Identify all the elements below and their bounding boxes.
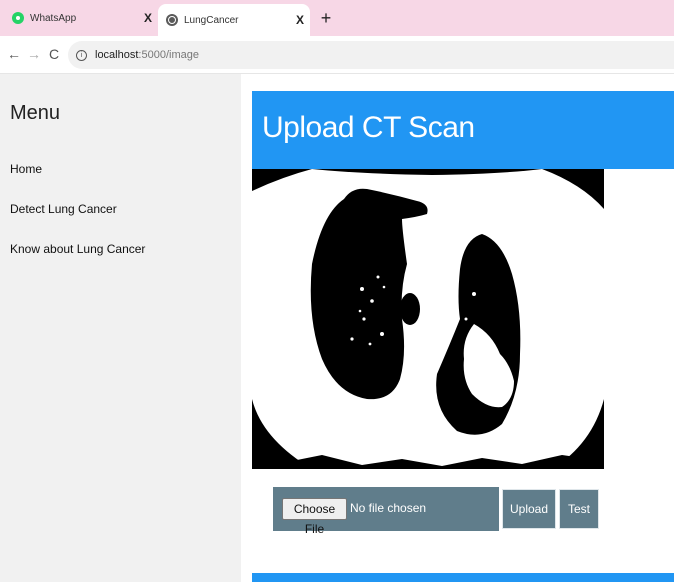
upload-button[interactable]: Upload (502, 489, 556, 529)
browser-toolbar: ← → C i localhost:5000/image (0, 36, 674, 74)
main-content: Upload CT Scan Choose File No file chose… (241, 74, 674, 582)
tab-whatsapp[interactable]: WhatsApp X (0, 0, 158, 36)
card-footer-strip (252, 573, 674, 582)
sidebar-item-home[interactable]: Home (10, 162, 42, 176)
page-title: Upload CT Scan (262, 111, 475, 144)
url-text[interactable]: localhost:5000/image (95, 49, 199, 61)
close-icon[interactable]: X (144, 11, 152, 25)
test-button[interactable]: Test (559, 489, 599, 529)
new-tab-button[interactable]: + (316, 6, 336, 30)
tab-title: LungCancer (184, 14, 239, 26)
address-bar[interactable]: i localhost:5000/image (68, 41, 674, 69)
sidebar-item-detect[interactable]: Detect Lung Cancer (10, 202, 117, 216)
ct-scan-image (252, 169, 604, 469)
choose-file-button[interactable]: Choose File (282, 498, 347, 536)
whatsapp-icon (12, 12, 24, 24)
info-icon[interactable]: i (76, 49, 87, 61)
tab-title: WhatsApp (30, 12, 77, 24)
menu-title: Menu (10, 102, 61, 124)
back-arrow-icon[interactable]: ← (6, 46, 22, 62)
url-host: localhost (95, 49, 139, 61)
card-header: Upload CT Scan (252, 91, 674, 169)
globe-icon (166, 14, 178, 26)
sidebar: Menu Home Detect Lung Cancer Know about … (0, 74, 241, 582)
file-upload-form: Choose File No file chosen (273, 487, 499, 536)
sidebar-item-know-about[interactable]: Know about Lung Cancer (10, 242, 145, 256)
close-icon[interactable]: X (296, 13, 304, 27)
forward-arrow-icon[interactable]: → (26, 46, 42, 62)
file-status-text: No file chosen (350, 501, 427, 515)
url-path: :5000/image (138, 49, 199, 61)
tab-lungcancer[interactable]: LungCancer X (158, 4, 310, 36)
browser-tab-bar: WhatsApp X LungCancer X + (0, 0, 674, 36)
reload-icon[interactable]: C (46, 46, 62, 62)
